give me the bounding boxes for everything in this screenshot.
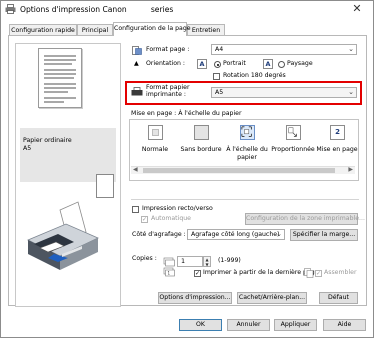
preview-text-line bbox=[44, 91, 68, 93]
page-size-label: Format page : bbox=[146, 46, 190, 53]
window-title-suffix: series bbox=[150, 5, 174, 14]
rotate-180-label: Rotation 180 degrés bbox=[223, 72, 286, 79]
portrait-label: Portrait bbox=[223, 60, 246, 67]
media-size-text: A5 bbox=[23, 145, 32, 152]
preview-text-line bbox=[44, 77, 74, 79]
orientation-label: Orientation : bbox=[146, 60, 185, 67]
portrait-orientation-icon: A bbox=[197, 59, 207, 69]
printer-paper-icon bbox=[131, 87, 143, 96]
printer-paper-select[interactable]: A5 ⌄ bbox=[211, 87, 357, 98]
apply-button[interactable]: Appliquer bbox=[274, 319, 317, 331]
portrait-radio[interactable] bbox=[214, 61, 221, 68]
preview-text-line bbox=[44, 73, 76, 75]
layout-current: À l'échelle du papier bbox=[178, 110, 242, 117]
scroll-left-icon[interactable]: ◀ bbox=[133, 166, 138, 173]
layout-borderless-item[interactable]: Sans bordure bbox=[178, 122, 224, 166]
layout-normal-item[interactable]: Normale bbox=[132, 122, 178, 166]
cancel-button[interactable]: Annuler bbox=[227, 319, 270, 331]
landscape-radio[interactable] bbox=[278, 61, 285, 68]
preview-pane: Papier ordinaire A5 bbox=[15, 43, 121, 307]
layout-scrollbar[interactable]: ◀ ▶ bbox=[131, 166, 355, 174]
layout-fit-item[interactable]: À l'échelle du papier bbox=[224, 122, 270, 166]
print-dialog-window: Options d'impression Canon series ✕ Conf… bbox=[0, 0, 374, 338]
chevron-down-icon: ⌄ bbox=[348, 45, 354, 53]
close-icon[interactable]: ✕ bbox=[346, 2, 368, 16]
collate-checkbox[interactable]: ✓ bbox=[315, 270, 322, 277]
preview-text-line bbox=[44, 87, 76, 89]
borderless-layout-icon bbox=[194, 125, 209, 140]
preview-text-line bbox=[44, 69, 76, 71]
duplex-label: Impression recto/verso bbox=[142, 205, 213, 212]
preview-text-line bbox=[44, 59, 76, 61]
preview-text-line bbox=[44, 83, 76, 85]
copies-range: (1-999) bbox=[218, 257, 241, 264]
layout-fit-label: À l'échelle du papier bbox=[226, 146, 268, 161]
page-layout-icon: 2 bbox=[330, 125, 345, 140]
stapling-select[interactable]: Agrafage côté long (gauche) ⌄ bbox=[187, 229, 285, 240]
printer-paper-label-line2: imprimante : bbox=[146, 90, 186, 98]
collate-label: Assembler bbox=[324, 269, 357, 276]
title-bar: Options d'impression Canon series ✕ bbox=[1, 1, 373, 18]
scrollbar-thumb[interactable] bbox=[143, 168, 335, 173]
spin-down-icon[interactable]: ▼ bbox=[204, 262, 210, 267]
divider bbox=[131, 199, 359, 200]
layout-pagelayout-item[interactable]: 2 Mise en page bbox=[314, 122, 360, 166]
layout-label: Mise en page : bbox=[131, 110, 177, 117]
layout-scaled-label: Proportionnée bbox=[271, 146, 315, 153]
scroll-right-icon[interactable]: ▶ bbox=[348, 166, 353, 173]
preview-text-line bbox=[44, 101, 64, 103]
last-page-first-label: Imprimer à partir de la dernière page bbox=[203, 269, 319, 276]
copies-spinner[interactable]: ▲ ▼ bbox=[203, 256, 211, 267]
duplex-checkbox[interactable] bbox=[132, 206, 139, 213]
stapling-value: Agrafage côté long (gauche) bbox=[191, 231, 280, 238]
scaled-layout-icon bbox=[286, 125, 301, 140]
page-size-icon bbox=[132, 46, 142, 55]
chevron-down-icon: ⌄ bbox=[348, 88, 354, 96]
default-button[interactable]: Défaut bbox=[319, 292, 358, 304]
rotate-180-checkbox[interactable] bbox=[213, 73, 220, 80]
copies-label: Copies : bbox=[132, 255, 157, 262]
landscape-label: Paysage bbox=[287, 60, 313, 67]
preview-text-line bbox=[44, 55, 76, 57]
print-options-button[interactable]: Options d'impression... bbox=[158, 292, 232, 304]
auto-duplex-label: Automatique bbox=[151, 215, 191, 222]
last-page-first-checkbox[interactable]: ✓ bbox=[194, 270, 201, 277]
window-title: Options d'impression Canon bbox=[20, 5, 127, 14]
ok-button[interactable]: OK bbox=[179, 319, 222, 331]
help-button[interactable]: Aide bbox=[323, 319, 366, 331]
copies-stack-icon: 1 bbox=[163, 257, 175, 277]
layout-scaled-item[interactable]: Proportionnée bbox=[270, 122, 316, 166]
stapling-label: Côté d'agrafage : bbox=[132, 231, 186, 238]
printer-paper-value: A5 bbox=[215, 89, 224, 96]
page-size-select[interactable]: A4 ⌄ bbox=[211, 44, 357, 55]
normal-layout-icon bbox=[148, 125, 163, 140]
media-type-text: Papier ordinaire bbox=[23, 137, 72, 144]
stamp-background-button[interactable]: Cachet/Arrière-plan... bbox=[237, 292, 307, 304]
orientation-arrow-icon: ▲ bbox=[134, 60, 139, 67]
collate-icon bbox=[304, 268, 314, 278]
preview-text-line bbox=[44, 97, 76, 99]
layout-borderless-label: Sans bordure bbox=[180, 146, 222, 153]
chevron-down-icon: ⌄ bbox=[276, 230, 282, 238]
paper-preview bbox=[38, 48, 82, 108]
output-page-icon bbox=[96, 174, 114, 198]
auto-duplex-checkbox[interactable]: ✓ bbox=[141, 216, 148, 223]
copies-input[interactable]: 1 bbox=[177, 256, 203, 267]
printer-illustration-icon bbox=[27, 201, 99, 270]
printer-app-icon bbox=[5, 4, 16, 14]
layout-pagelayout-label: Mise en page bbox=[316, 146, 358, 153]
preview-text-line bbox=[44, 63, 72, 65]
landscape-orientation-icon: A bbox=[263, 59, 273, 69]
printable-area-config-button[interactable]: Configuration de la zone imprimable... bbox=[245, 213, 365, 225]
page-size-value: A4 bbox=[215, 46, 224, 53]
layout-normal-label: Normale bbox=[141, 146, 169, 153]
fit-to-page-icon bbox=[240, 125, 255, 140]
tab-configuration-page[interactable]: Configuration de la page bbox=[113, 22, 191, 36]
specify-margin-button[interactable]: Spécifier la marge... bbox=[290, 229, 358, 241]
